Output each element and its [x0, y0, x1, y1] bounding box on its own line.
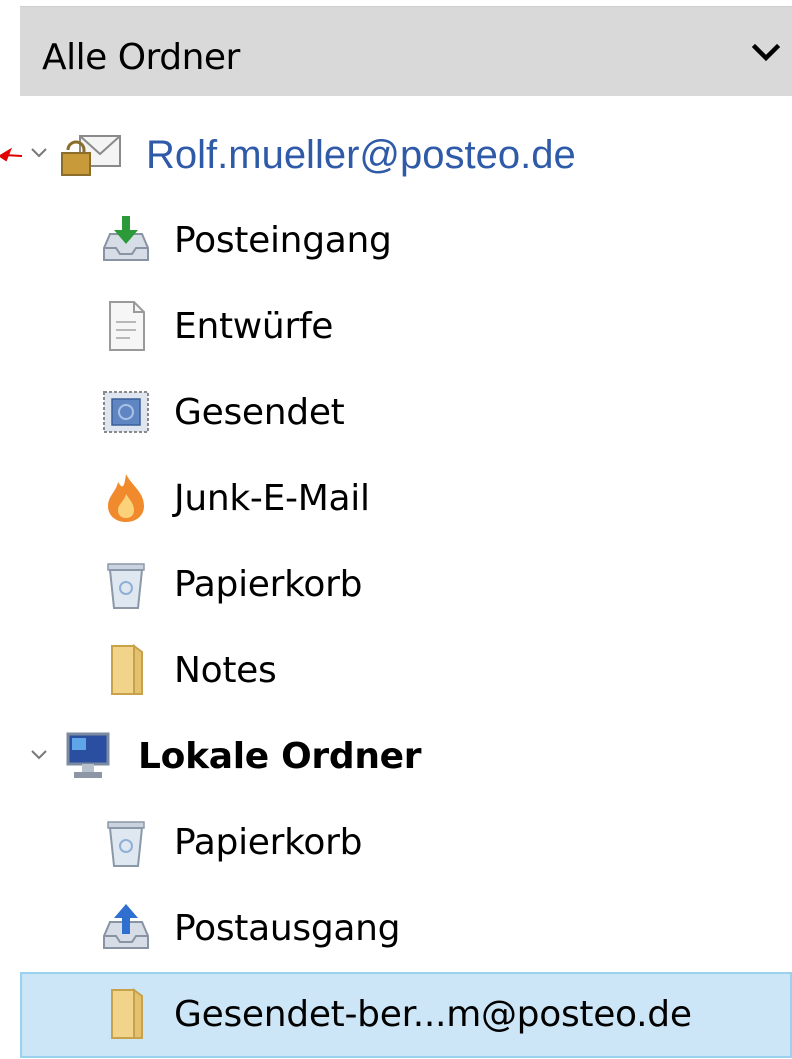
folder-view-title: Alle Ordner — [42, 37, 240, 78]
folder-label: Posteingang — [174, 220, 392, 261]
inbox-icon — [103, 216, 149, 261]
folder-row-entwuerfe[interactable]: Entwürfe — [20, 284, 792, 370]
chevron-down-icon[interactable] — [750, 37, 782, 69]
folder-row-notes[interactable]: Notes — [20, 628, 792, 714]
junk-icon — [108, 474, 144, 522]
folder-label: Gesendet — [174, 392, 345, 433]
folder-view-selector[interactable]: Alle Ordner — [20, 6, 792, 96]
drafts-icon — [109, 301, 145, 351]
outbox-icon — [103, 904, 149, 949]
folder-label: Notes — [174, 650, 277, 691]
folder-pane: Alle Ordner Rolf.mueller@posteo.de Poste… — [0, 0, 792, 1059]
folder-label: Entwürfe — [174, 306, 334, 347]
folder-row-local-papierkorb[interactable]: Papierkorb — [20, 800, 792, 886]
folder-label: Junk-E-Mail — [174, 478, 370, 519]
folder-label: Gesendet-ber...m@posteo.de — [174, 994, 692, 1035]
local-folders-title: Lokale Ordner — [138, 736, 422, 777]
trash-icon — [107, 563, 145, 609]
account-email[interactable]: Rolf.mueller@posteo.de — [146, 133, 576, 178]
folder-icon — [111, 988, 143, 1039]
folder-row-gesendet[interactable]: Gesendet — [20, 370, 792, 456]
folder-label: Postausgang — [174, 908, 401, 949]
trash-icon — [107, 821, 145, 867]
folder-row-posteingang[interactable]: Posteingang — [20, 198, 792, 284]
folder-row-postausgang[interactable]: Postausgang — [20, 886, 792, 972]
folder-row-junk[interactable]: Junk-E-Mail — [20, 456, 792, 542]
folder-icon — [111, 644, 143, 695]
folder-label: Papierkorb — [174, 822, 363, 863]
sent-icon — [103, 391, 149, 433]
folder-label: Papierkorb — [174, 564, 363, 605]
local-folders-row[interactable]: Lokale Ordner — [20, 714, 792, 800]
folder-row-gesendet-selected[interactable]: Gesendet-ber...m@posteo.de — [20, 972, 792, 1058]
chevron-down-icon[interactable] — [30, 144, 48, 162]
locked-mail-account-icon — [61, 135, 121, 176]
computer-icon — [66, 732, 110, 778]
folder-row-papierkorb[interactable]: Papierkorb — [20, 542, 792, 628]
chevron-down-icon[interactable] — [30, 746, 48, 764]
